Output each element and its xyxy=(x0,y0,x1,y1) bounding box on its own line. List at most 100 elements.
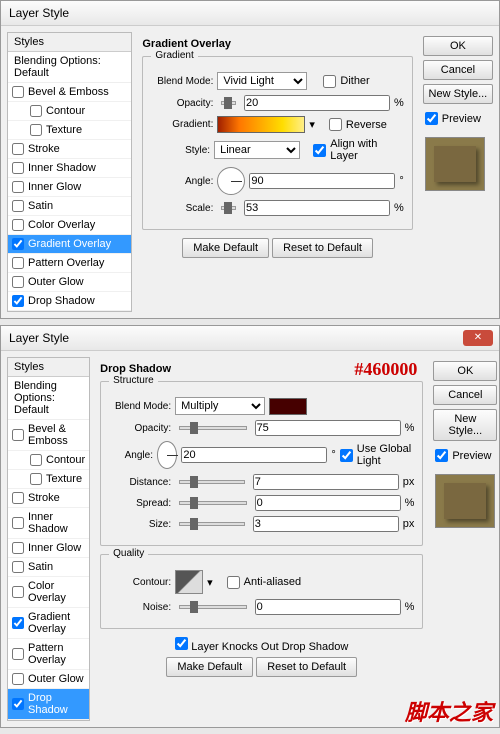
gradient-swatch[interactable] xyxy=(217,116,305,133)
new-style-button[interactable]: New Style... xyxy=(423,84,493,104)
global-light-checkbox[interactable] xyxy=(340,449,353,462)
cancel-button[interactable]: Cancel xyxy=(423,60,493,80)
style-checkbox[interactable] xyxy=(12,86,24,98)
style-item[interactable]: Contour xyxy=(8,102,131,121)
style-item[interactable]: Pattern Overlay xyxy=(8,639,89,670)
align-checkbox[interactable] xyxy=(313,144,326,157)
style-checkbox[interactable] xyxy=(12,143,24,155)
size-slider[interactable] xyxy=(179,522,245,526)
style-checkbox[interactable] xyxy=(12,295,24,307)
style-checkbox[interactable] xyxy=(12,617,24,629)
blend-mode-select[interactable]: Multiply xyxy=(175,397,265,415)
style-checkbox[interactable] xyxy=(30,105,42,117)
style-item[interactable]: Outer Glow xyxy=(8,273,131,292)
style-checkbox[interactable] xyxy=(12,648,24,660)
preview-checkbox[interactable] xyxy=(435,449,448,462)
dropdown-icon[interactable]: ▾ xyxy=(207,576,213,589)
angle-input[interactable] xyxy=(249,173,395,189)
angle-dial[interactable] xyxy=(157,441,177,469)
style-checkbox[interactable] xyxy=(12,492,24,504)
style-item[interactable]: Satin xyxy=(8,558,89,577)
style-checkbox[interactable] xyxy=(12,238,24,250)
style-item[interactable]: Contour xyxy=(8,451,89,470)
noise-input[interactable] xyxy=(255,599,401,615)
style-item[interactable]: Color Overlay xyxy=(8,577,89,608)
style-item[interactable]: Inner Glow xyxy=(8,178,131,197)
style-checkbox[interactable] xyxy=(12,673,24,685)
size-input[interactable] xyxy=(253,516,399,532)
reset-default-button[interactable]: Reset to Default xyxy=(256,657,357,677)
dither-checkbox[interactable] xyxy=(323,75,336,88)
ok-button[interactable]: OK xyxy=(423,36,493,56)
spread-input[interactable] xyxy=(255,495,401,511)
style-item[interactable]: Texture xyxy=(8,121,131,140)
style-checkbox[interactable] xyxy=(30,124,42,136)
style-item[interactable]: Drop Shadow xyxy=(8,689,89,720)
style-checkbox[interactable] xyxy=(12,257,24,269)
style-checkbox[interactable] xyxy=(12,561,24,573)
style-checkbox[interactable] xyxy=(12,698,24,710)
style-item[interactable]: Satin xyxy=(8,197,131,216)
opacity-slider[interactable] xyxy=(179,426,246,430)
style-checkbox[interactable] xyxy=(30,473,42,485)
angle-input[interactable] xyxy=(181,447,327,463)
new-style-button[interactable]: New Style... xyxy=(433,409,497,441)
style-checkbox[interactable] xyxy=(12,181,24,193)
distance-slider[interactable] xyxy=(179,480,245,484)
style-label: Texture xyxy=(46,124,82,136)
style-checkbox[interactable] xyxy=(12,200,24,212)
style-checkbox[interactable] xyxy=(12,542,24,554)
style-item[interactable]: Outer Glow xyxy=(8,670,89,689)
style-checkbox[interactable] xyxy=(12,586,24,598)
style-checkbox[interactable] xyxy=(12,276,24,288)
style-item[interactable]: Stroke xyxy=(8,489,89,508)
contour-swatch[interactable] xyxy=(175,570,203,594)
style-checkbox[interactable] xyxy=(12,429,24,441)
reset-default-button[interactable]: Reset to Default xyxy=(272,238,373,258)
style-item[interactable]: Drop Shadow xyxy=(8,292,131,311)
styles-header[interactable]: Styles xyxy=(8,33,131,52)
close-icon[interactable]: ✕ xyxy=(463,330,493,346)
spread-slider[interactable] xyxy=(179,501,246,505)
style-checkbox[interactable] xyxy=(12,162,24,174)
blending-options[interactable]: Blending Options: Default xyxy=(8,377,89,420)
dropdown-icon[interactable]: ▾ xyxy=(309,118,315,131)
distance-input[interactable] xyxy=(253,474,399,490)
scale-input[interactable] xyxy=(244,200,390,216)
style-checkbox[interactable] xyxy=(12,517,24,529)
opacity-slider[interactable] xyxy=(221,101,236,105)
cancel-button[interactable]: Cancel xyxy=(433,385,497,405)
style-item[interactable]: Texture xyxy=(8,470,89,489)
scale-slider[interactable] xyxy=(221,206,236,210)
style-checkbox[interactable] xyxy=(30,454,42,466)
style-item[interactable]: Inner Glow xyxy=(8,539,89,558)
styles-header[interactable]: Styles xyxy=(8,358,89,377)
noise-slider[interactable] xyxy=(179,605,246,609)
style-select[interactable]: Linear xyxy=(214,141,299,159)
style-item[interactable]: Inner Shadow xyxy=(8,508,89,539)
style-item[interactable]: Color Overlay xyxy=(8,216,131,235)
style-item[interactable]: Gradient Overlay xyxy=(8,608,89,639)
blending-options[interactable]: Blending Options: Default xyxy=(8,52,131,83)
ok-button[interactable]: OK xyxy=(433,361,497,381)
anti-aliased-checkbox[interactable] xyxy=(227,576,240,589)
make-default-button[interactable]: Make Default xyxy=(166,657,253,677)
angle-dial[interactable] xyxy=(217,167,245,195)
style-item[interactable]: Bevel & Emboss xyxy=(8,420,89,451)
style-checkbox[interactable] xyxy=(12,219,24,231)
dialog-title: Layer Style xyxy=(1,1,499,26)
opacity-input[interactable] xyxy=(244,95,390,111)
color-swatch[interactable] xyxy=(269,398,307,415)
knockout-checkbox[interactable] xyxy=(175,637,188,650)
opacity-label: Opacity: xyxy=(151,98,213,109)
preview-checkbox[interactable] xyxy=(425,112,438,125)
style-item[interactable]: Inner Shadow xyxy=(8,159,131,178)
opacity-input[interactable] xyxy=(255,420,401,436)
style-item[interactable]: Stroke xyxy=(8,140,131,159)
reverse-checkbox[interactable] xyxy=(329,118,342,131)
make-default-button[interactable]: Make Default xyxy=(182,238,269,258)
style-item[interactable]: Gradient Overlay xyxy=(8,235,131,254)
blend-mode-select[interactable]: Vivid Light xyxy=(217,72,307,90)
style-item[interactable]: Bevel & Emboss xyxy=(8,83,131,102)
style-item[interactable]: Pattern Overlay xyxy=(8,254,131,273)
